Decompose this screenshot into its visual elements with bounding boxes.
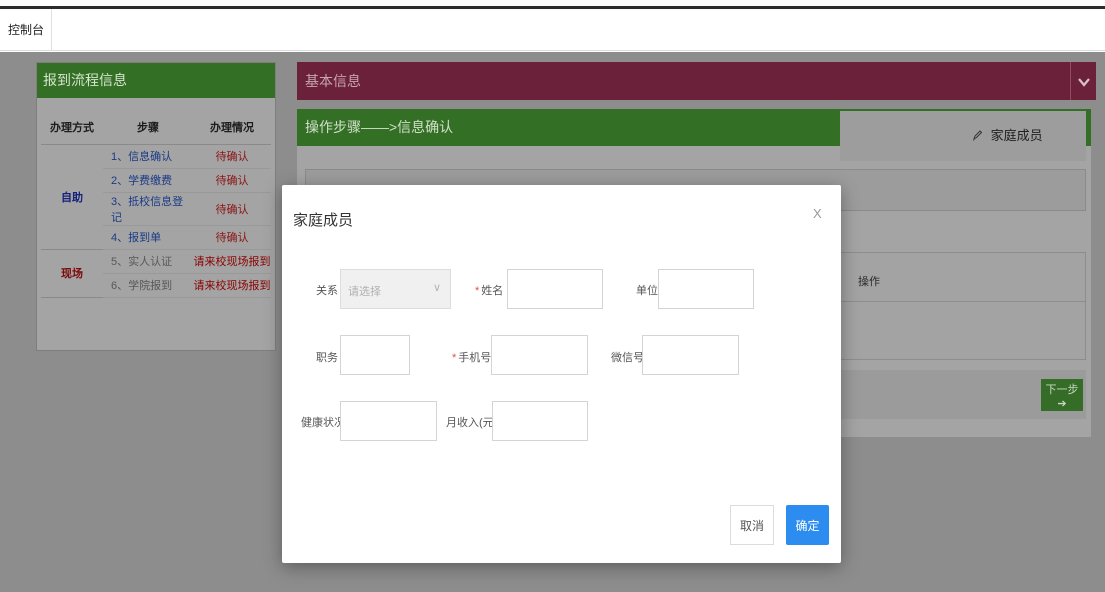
table-header-row: 办理方式 步骤 办理情况 (41, 111, 271, 145)
panel-title: 报到流程信息 (37, 63, 275, 98)
status-cell: 待确认 (193, 168, 271, 193)
relation-select[interactable]: 请选择 ∨ (340, 269, 451, 309)
phone-label-text: 手机号 (458, 352, 492, 364)
health-label: 健康状况 (301, 417, 345, 429)
chevron-down-icon: ∨ (432, 282, 441, 294)
cancel-button[interactable]: 取消 (730, 505, 774, 545)
name-label: * 姓名 (475, 282, 503, 298)
current-step-label: 家庭成员 (990, 128, 1043, 143)
wechat-label: 微信号 (611, 352, 644, 364)
wechat-input[interactable] (642, 335, 739, 375)
status-cell: 待确认 (193, 192, 271, 226)
confirm-button[interactable]: 确定 (786, 505, 829, 545)
status-cell: 待确认 (193, 144, 271, 169)
next-step-label: 下一步 (1045, 383, 1079, 396)
flow-table: 办理方式 步骤 办理情况 自助 1、信息确认 待确认 2、学费缴费 待确认 3、… (41, 111, 271, 298)
column-header: 步骤 (103, 111, 193, 145)
income-input[interactable] (492, 401, 588, 441)
dialog-title: 家庭成员 (293, 212, 354, 229)
tab-console[interactable]: 控制台 (0, 9, 52, 51)
close-icon[interactable]: X (813, 206, 822, 221)
pencil-icon (972, 112, 983, 162)
arrow-right-icon: ➔ (1057, 397, 1067, 410)
step-cell: 5、实人认证 (103, 249, 193, 274)
table-row: 自助 1、信息确认 待确认 (41, 144, 271, 250)
ops-column-header: 操作 (858, 276, 880, 288)
required-mark: * (452, 352, 457, 364)
column-header: 办理方式 (41, 111, 103, 145)
unit-input[interactable] (658, 269, 754, 309)
position-label: 职务 (316, 352, 338, 364)
registration-flow-panel: 报到流程信息 办理方式 步骤 办理情况 自助 1、信息确认 待确认 2、学费缴费… (36, 62, 276, 351)
next-step-button[interactable]: 下一步➔ (1041, 379, 1083, 411)
chevron-down-icon[interactable] (1070, 62, 1096, 100)
family-member-dialog: 家庭成员 X 关系 请选择 ∨ * 姓名 单位 职务 * 手机号 微信号 健康状况 … (282, 185, 841, 563)
unit-label: 单位 (636, 285, 658, 297)
status-cell: 待确认 (193, 225, 271, 250)
mode-cell: 自助 (41, 144, 103, 250)
health-input[interactable] (340, 401, 437, 441)
current-step-tab[interactable]: 家庭成员 (840, 111, 1086, 161)
relation-placeholder: 请选择 (348, 286, 381, 298)
step-cell[interactable]: 2、学费缴费 (103, 168, 193, 193)
status-cell: 请来校现场报到 (193, 249, 271, 274)
basic-info-title: 基本信息 (305, 73, 361, 89)
step-cell[interactable]: 4、报到单 (103, 225, 193, 250)
column-header: 办理情况 (193, 111, 271, 145)
mode-cell: 现场 (41, 249, 103, 298)
name-input[interactable] (507, 269, 603, 309)
tab-bar: 控制台 (0, 9, 1105, 51)
position-input[interactable] (340, 335, 410, 375)
divider (841, 301, 1085, 302)
phone-input[interactable] (491, 335, 588, 375)
step-cell[interactable]: 3、抵校信息登记 (103, 192, 193, 226)
family-members-table: 操作 (840, 252, 1086, 360)
status-cell: 请来校现场报到 (193, 273, 271, 298)
required-mark: * (475, 285, 480, 297)
relation-label: 关系 (316, 285, 338, 297)
phone-label: * 手机号 (452, 349, 491, 365)
step-cell[interactable]: 1、信息确认 (103, 144, 193, 169)
name-label-text: 姓名 (481, 285, 504, 297)
step-cell: 6、学院报到 (103, 273, 193, 298)
income-label: 月收入(元) (446, 417, 498, 429)
basic-info-header[interactable]: 基本信息 (297, 62, 1096, 100)
table-row: 现场 5、实人认证 请来校现场报到 (41, 249, 271, 298)
